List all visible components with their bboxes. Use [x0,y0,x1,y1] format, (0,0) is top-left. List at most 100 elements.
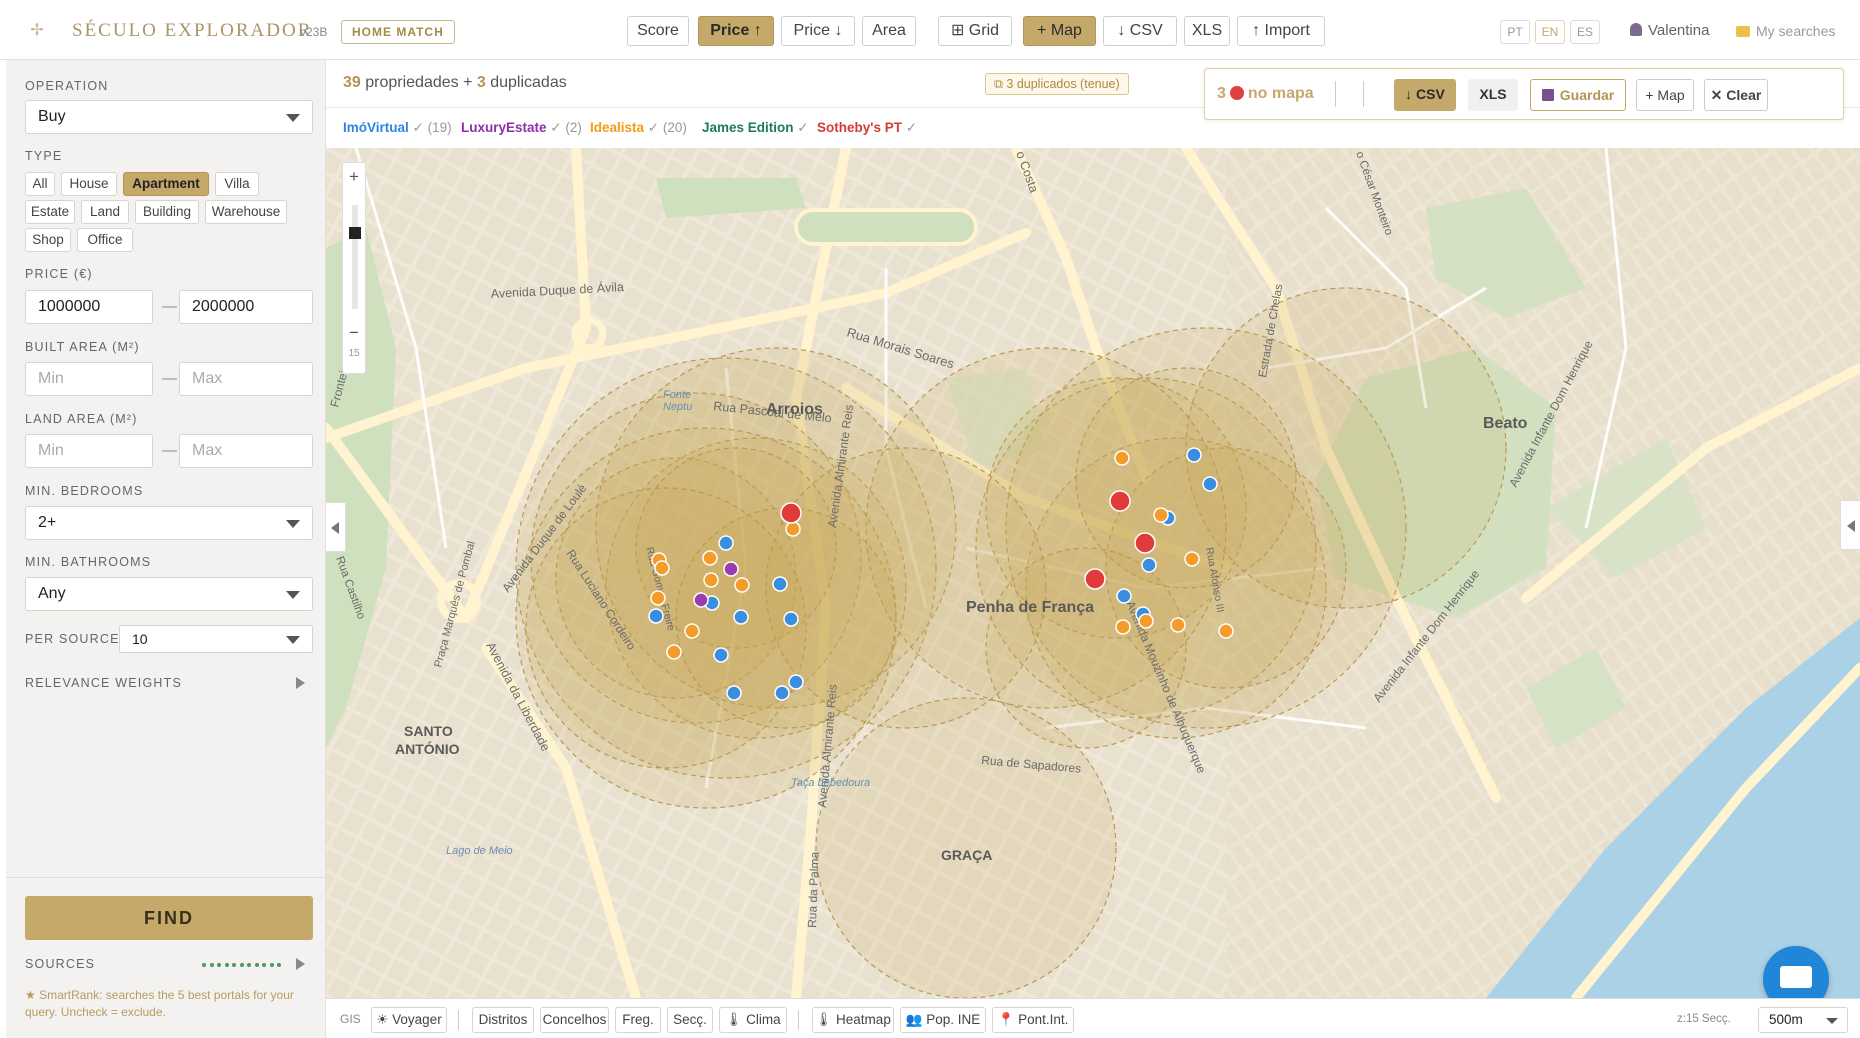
source-james-edition[interactable]: James Edition ✓ [702,120,809,136]
map-view-button[interactable]: + Map [1023,16,1096,46]
marker-sothebys[interactable] [1134,532,1156,554]
export-csv-button[interactable]: ↓ CSV [1103,16,1177,46]
sort-score-button[interactable]: Score [627,16,689,46]
bathrooms-select[interactable]: Any [25,577,313,611]
marker-imovirtual[interactable] [1186,447,1202,463]
collapse-sidebar-button[interactable] [326,502,346,552]
marker-idealista[interactable] [1184,551,1200,567]
land-area-max-input[interactable]: Max [179,434,313,468]
export-xls-button[interactable]: XLS [1184,16,1230,46]
save-selection-button[interactable]: Guardar [1530,79,1626,111]
expand-right-panel-button[interactable] [1840,500,1860,550]
import-button[interactable]: ↑ Import [1237,16,1325,46]
home-match-button[interactable]: HOME MATCH [341,20,455,44]
source-idealista[interactable]: Idealista ✓ (20) [590,120,687,136]
marker-idealista[interactable] [702,550,718,566]
type-chip-office[interactable]: Office [77,228,133,252]
marker-imovirtual[interactable] [1141,557,1157,573]
marker-luxuryestate[interactable] [693,592,709,608]
find-button[interactable]: FIND [25,896,313,940]
type-chip-all[interactable]: All [25,172,55,196]
built-area-max-input[interactable]: Max [179,362,313,396]
lang-pt[interactable]: PT [1500,20,1530,44]
sort-price-desc-button[interactable]: Price ↓ [781,16,855,46]
marker-idealista[interactable] [1170,617,1186,633]
operation-select[interactable]: Buy [25,100,313,134]
marker-imovirtual[interactable] [1202,476,1218,492]
grid-view-button[interactable]: ⊞ Grid [938,16,1012,46]
marker-idealista[interactable] [654,560,670,576]
marker-idealista[interactable] [1218,623,1234,639]
source-sothebys[interactable]: Sotheby's PT ✓ [817,120,917,136]
zoom-slider-track[interactable] [352,205,358,309]
seccoes-layer-button[interactable]: Secç. [667,1007,713,1033]
marker-imovirtual[interactable] [788,674,804,690]
marker-idealista[interactable] [1138,613,1154,629]
marker-luxuryestate[interactable] [723,561,739,577]
pop-ine-layer-button[interactable]: 👥 Pop. INE [900,1007,986,1033]
marker-imovirtual[interactable] [726,685,742,701]
clear-selection-button[interactable]: ✕ Clear [1704,79,1768,111]
land-area-min-input[interactable]: Min [25,434,153,468]
clima-layer-button[interactable]: 🌡 Clima [719,1007,787,1033]
type-chip-shop[interactable]: Shop [25,228,71,252]
marker-sothebys[interactable] [780,502,802,524]
relevance-weights-toggle[interactable]: RELEVANCE WEIGHTS [25,676,182,690]
map-canvas[interactable]: Avenida Duque de Ávila Rua Morais Soares… [326,143,1860,1012]
type-chip-warehouse[interactable]: Warehouse [205,200,287,224]
type-chip-land[interactable]: Land [81,200,129,224]
marker-idealista[interactable] [684,623,700,639]
source-imovirtual[interactable]: ImóVirtual ✓ (19) [343,120,452,136]
marker-imovirtual[interactable] [648,608,664,624]
duplicates-badge[interactable]: ⧉ 3 duplicados (tenue) [985,73,1129,95]
marker-idealista[interactable] [785,521,801,537]
marker-imovirtual[interactable] [783,611,799,627]
points-of-interest-button[interactable]: 📍 Pont.Int. [992,1007,1074,1033]
sort-area-button[interactable]: Area [862,16,916,46]
lang-es[interactable]: ES [1570,20,1600,44]
per-source-select[interactable]: 10 [119,625,313,653]
selection-xls-button[interactable]: XLS [1468,79,1518,111]
marker-imovirtual[interactable] [1116,588,1132,604]
marker-idealista[interactable] [650,590,666,606]
marker-idealista[interactable] [1114,450,1130,466]
sort-price-asc-button[interactable]: Price ↑ [698,16,774,46]
sources-dots[interactable] [202,956,292,968]
marker-idealista[interactable] [666,644,682,660]
type-chip-building[interactable]: Building [135,200,199,224]
chevron-right-icon[interactable] [296,677,305,689]
concelhos-layer-button[interactable]: Concelhos [540,1007,609,1033]
heatmap-layer-button[interactable]: 🌡 Heatmap [812,1007,894,1033]
source-luxuryestate[interactable]: LuxuryEstate ✓ (2) [461,120,582,136]
marker-idealista[interactable] [734,577,750,593]
selection-csv-button[interactable]: ↓ CSV [1394,79,1456,111]
my-searches-link[interactable]: My searches [1736,23,1835,39]
zoom-slider-knob[interactable] [349,227,361,239]
price-max-input[interactable]: 2000000 [179,290,313,324]
price-min-input[interactable]: 1000000 [25,290,153,324]
marker-imovirtual[interactable] [774,685,790,701]
voyager-basemap-button[interactable]: ☀ Voyager [371,1007,447,1033]
marker-idealista[interactable] [703,572,719,588]
marker-imovirtual[interactable] [713,647,729,663]
zoom-in-button[interactable]: + [343,167,365,187]
type-chip-house[interactable]: House [61,172,117,196]
marker-imovirtual[interactable] [772,576,788,592]
type-chip-villa[interactable]: Villa [215,172,259,196]
bedrooms-select[interactable]: 2+ [25,506,313,540]
lang-en[interactable]: EN [1535,20,1565,44]
marker-idealista[interactable] [1115,619,1131,635]
type-chip-apartment[interactable]: Apartment [123,172,209,196]
marker-imovirtual[interactable] [718,535,734,551]
distritos-layer-button[interactable]: Distritos [472,1007,534,1033]
marker-imovirtual[interactable] [733,609,749,625]
freguesias-layer-button[interactable]: Freg. [615,1007,661,1033]
user-menu[interactable]: Valentina [1630,22,1709,39]
zoom-out-button[interactable]: − [343,323,365,343]
sources-expand-icon[interactable] [296,958,305,970]
type-chip-estate[interactable]: Estate [25,200,75,224]
marker-sothebys[interactable] [1084,568,1106,590]
add-map-button[interactable]: + Map [1636,79,1694,111]
built-area-min-input[interactable]: Min [25,362,153,396]
marker-idealista[interactable] [1153,507,1169,523]
